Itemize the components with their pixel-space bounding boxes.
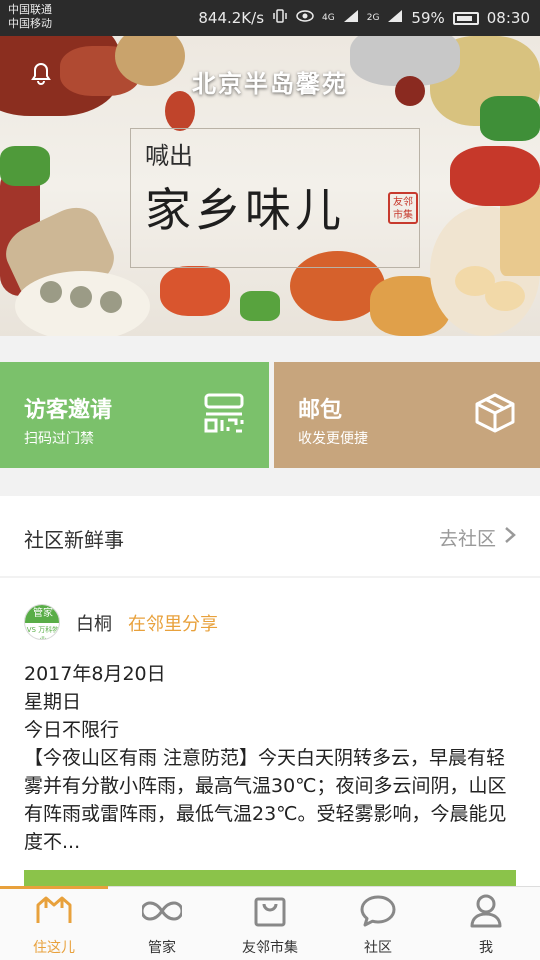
community-post[interactable]: 管家 VS 万科物业 白桐 在邻里分享 2017年8月20日 星期日 今日不限行… bbox=[0, 578, 540, 886]
post-author[interactable]: 白桐 bbox=[76, 610, 112, 636]
meatball-decor bbox=[70, 286, 92, 308]
community-banner[interactable]: 北京半岛馨苑 喊出 家乡味儿 友邻市集 bbox=[0, 36, 540, 336]
parcel-card[interactable]: 邮包 收发更便捷 bbox=[274, 362, 540, 468]
visitor-invite-title: 访客邀请 bbox=[24, 398, 113, 423]
slogan-big: 家乡味儿 bbox=[145, 183, 345, 237]
slogan-small: 喊出 bbox=[145, 142, 193, 170]
meatball-decor bbox=[100, 291, 122, 313]
quick-actions: 访客邀请 扫码过门禁 邮包 收发更便捷 bbox=[0, 362, 540, 468]
bottom-tab-bar: 住这儿 管家 友邻市集 社区 我 bbox=[0, 886, 540, 960]
visitor-invite-subtitle: 扫码过门禁 bbox=[24, 431, 94, 447]
post-traffic: 今日不限行 bbox=[24, 719, 120, 741]
home-icon bbox=[34, 893, 74, 929]
go-community-label: 去社区 bbox=[438, 528, 496, 550]
tab-community[interactable]: 社区 bbox=[324, 887, 432, 960]
post-body: 2017年8月20日 星期日 今日不限行 【今夜山区有雨 注意防范】今天白天阴转… bbox=[24, 660, 518, 856]
chat-bubble-icon bbox=[358, 893, 398, 929]
status-bar: 中国联通 中国移动 844.2K/s 4G 2G 59% 08:30 bbox=[0, 0, 540, 36]
network-speed: 844.2K/s bbox=[198, 9, 265, 27]
package-box-icon bbox=[474, 392, 516, 434]
herb-decor bbox=[0, 146, 50, 186]
network-4g-label: 4G bbox=[322, 13, 335, 23]
qr-code-icon bbox=[203, 392, 245, 434]
signal-icon bbox=[387, 9, 403, 27]
community-news-header: 社区新鲜事 去社区 bbox=[0, 496, 540, 576]
tab-home[interactable]: 住这儿 bbox=[0, 887, 108, 960]
infinity-icon bbox=[140, 893, 184, 929]
meatball-decor bbox=[40, 281, 62, 303]
battery-icon bbox=[452, 11, 479, 25]
eye-icon bbox=[296, 9, 314, 27]
shrimp-decor bbox=[160, 266, 230, 316]
tab-butler[interactable]: 管家 bbox=[108, 887, 216, 960]
shopping-bag-icon bbox=[250, 893, 290, 929]
herb-decor bbox=[240, 291, 280, 321]
vibrate-icon bbox=[272, 8, 288, 28]
herb-decor bbox=[480, 96, 540, 141]
section-title: 社区新鲜事 bbox=[24, 528, 124, 552]
lobster-decor bbox=[450, 146, 540, 206]
parcel-title: 邮包 bbox=[298, 398, 343, 423]
egg-decor bbox=[485, 281, 525, 311]
signal-icon bbox=[343, 9, 359, 27]
tab-home-label: 住这儿 bbox=[33, 940, 75, 956]
post-image[interactable] bbox=[24, 870, 516, 886]
tab-me[interactable]: 我 bbox=[432, 887, 540, 960]
tab-me-label: 我 bbox=[479, 940, 493, 956]
community-name: 北京半岛馨苑 bbox=[192, 70, 348, 98]
tab-butler-label: 管家 bbox=[148, 940, 176, 956]
post-weekday: 星期日 bbox=[24, 691, 82, 713]
go-community-link[interactable]: 去社区 bbox=[439, 524, 516, 551]
post-share-label: 在邻里分享 bbox=[128, 614, 218, 635]
visitor-invite-card[interactable]: 访客邀请 扫码过门禁 bbox=[0, 362, 269, 468]
avatar-sub: VS 万科物业 bbox=[26, 626, 60, 640]
carrier-1: 中国联通 bbox=[8, 3, 52, 16]
person-icon bbox=[466, 893, 506, 929]
seal-stamp: 友邻市集 bbox=[388, 192, 418, 224]
carrier-2: 中国移动 bbox=[8, 17, 52, 30]
tab-market-label: 友邻市集 bbox=[242, 940, 298, 956]
status-indicators: 844.2K/s 4G 2G 59% 08:30 bbox=[198, 8, 530, 28]
avatar-label: 管家 bbox=[25, 605, 59, 623]
post-weather: 【今夜山区有雨 注意防范】今天白天阴转多云，早晨有轻雾并有分散小阵雨，最高气温3… bbox=[24, 747, 507, 853]
tab-market[interactable]: 友邻市集 bbox=[216, 887, 324, 960]
network-2g-label: 2G bbox=[366, 13, 380, 23]
battery-percent: 59% bbox=[411, 9, 445, 27]
chevron-right-icon bbox=[504, 526, 516, 549]
carrier-info: 中国联通 中国移动 bbox=[8, 3, 52, 31]
clock: 08:30 bbox=[486, 9, 530, 27]
tab-community-label: 社区 bbox=[364, 940, 392, 956]
post-date: 2017年8月20日 bbox=[24, 663, 166, 685]
avatar[interactable]: 管家 VS 万科物业 bbox=[24, 604, 60, 640]
parcel-subtitle: 收发更便捷 bbox=[298, 431, 368, 447]
